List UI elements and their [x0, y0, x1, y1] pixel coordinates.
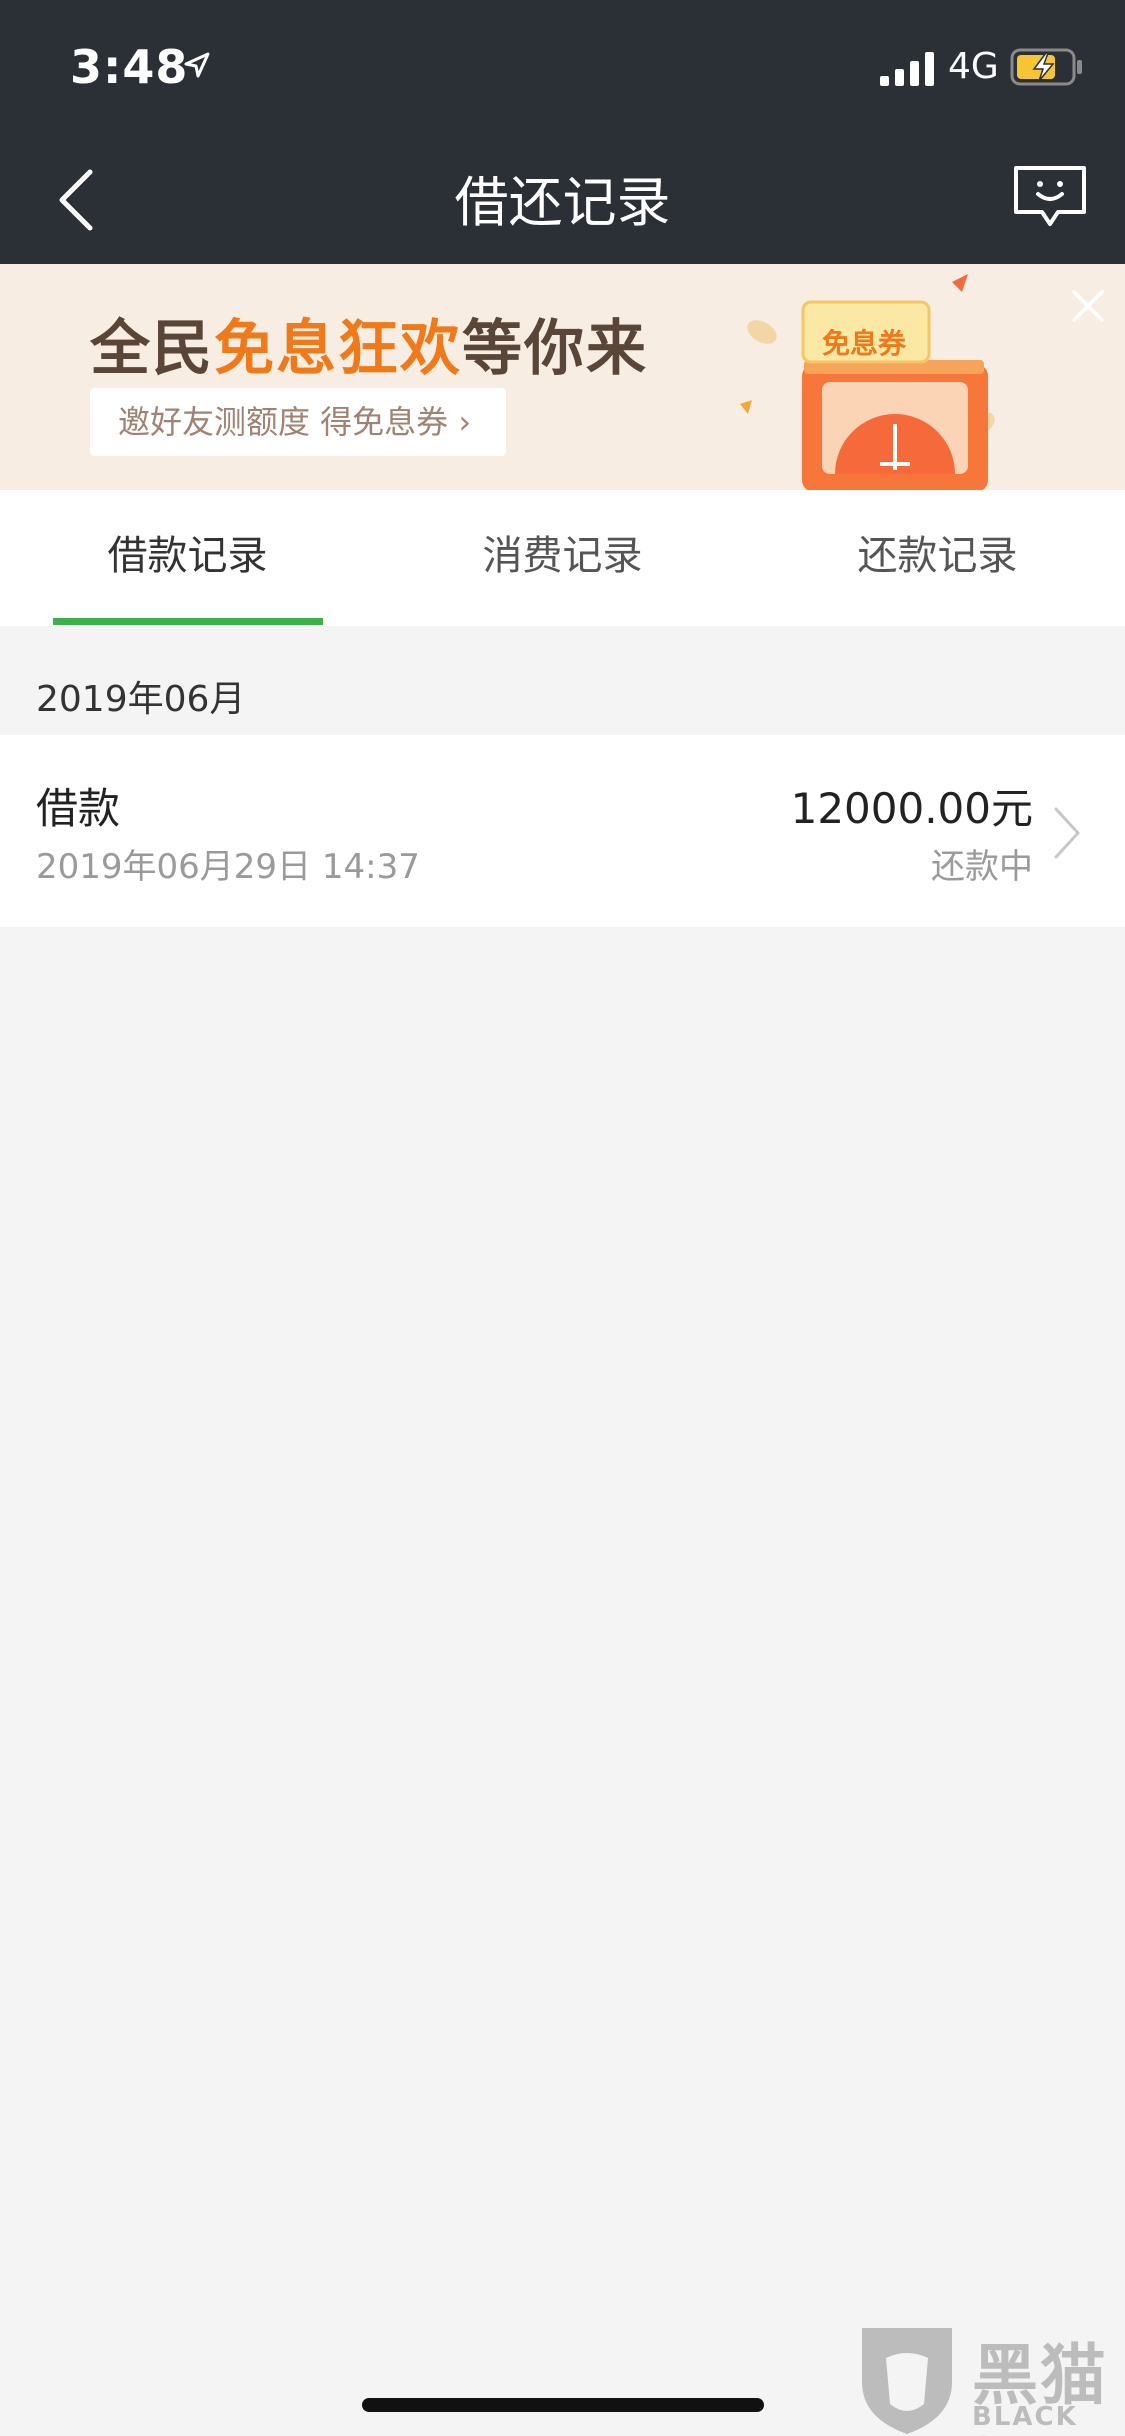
banner-headline-highlight: 免息狂欢 — [214, 314, 462, 384]
watermark-logo: 黑猫 BLACK CAT — [852, 2318, 1125, 2436]
month-header: 2019年06月 — [36, 679, 246, 720]
location-arrow-icon — [184, 52, 210, 78]
promo-banner[interactable]: 全民免息狂欢等你来 邀好友测额度 得免息券 › 免息券 — [0, 264, 1125, 490]
page-title: 借还记录 — [454, 171, 671, 234]
active-tab-indicator — [53, 618, 323, 625]
invite-friends-link[interactable]: 邀好友测额度 得免息券 › — [90, 388, 506, 456]
home-indicator[interactable] — [362, 2398, 764, 2412]
banner-headline-suffix: 等你来 — [462, 314, 648, 384]
chat-bubble-smile-icon[interactable] — [1012, 164, 1088, 230]
record-tabs: 借款记录 消费记录 还款记录 — [0, 490, 1125, 626]
tab-spending-records[interactable]: 消费记录 — [375, 490, 750, 626]
coupon-box-illustration — [740, 274, 995, 490]
record-amount: 12000.00元 — [790, 784, 1033, 833]
cat-shield-icon — [862, 2328, 952, 2434]
record-datetime: 2019年06月29日 14:37 — [36, 847, 420, 887]
banner-headline: 全民免息狂欢等你来 — [90, 300, 648, 387]
chevron-right-icon — [1054, 807, 1080, 859]
banner-headline-prefix: 全民 — [90, 314, 214, 384]
signal-icon — [880, 52, 934, 86]
tab-borrow-records[interactable]: 借款记录 — [0, 490, 375, 626]
status-time: 3:48 — [70, 40, 189, 94]
watermark-en: BLACK CAT — [972, 2402, 1078, 2436]
record-row[interactable]: 借款 2019年06月29日 14:37 12000.00元 还款中 — [0, 735, 1125, 927]
record-type: 借款 — [36, 784, 121, 833]
tab-repayment-records[interactable]: 还款记录 — [750, 490, 1125, 626]
battery-charging-icon — [1010, 48, 1082, 86]
top-bar: 3:48 4G 借还记录 — [0, 0, 1125, 264]
close-icon[interactable] — [1066, 284, 1110, 328]
network-type: 4G — [948, 46, 999, 87]
coupon-label: 免息券 — [822, 327, 907, 360]
record-status: 还款中 — [931, 847, 1033, 887]
